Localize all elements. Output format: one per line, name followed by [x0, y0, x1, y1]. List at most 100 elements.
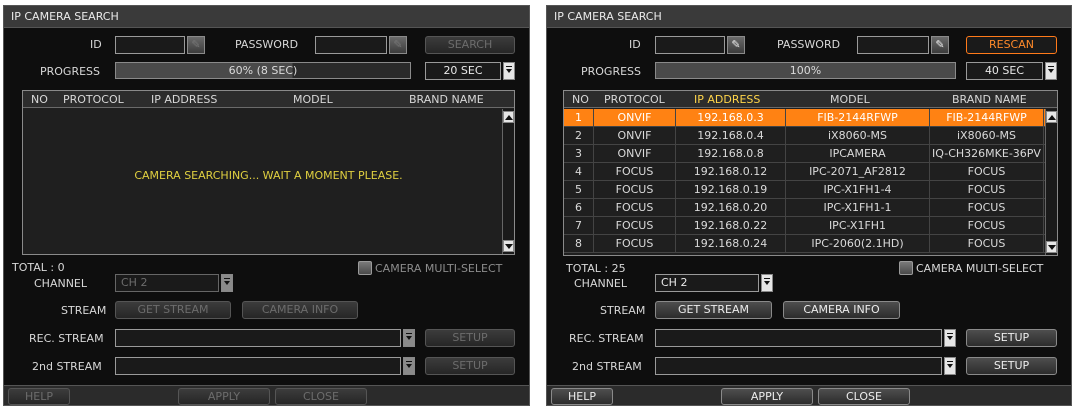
- channel-select[interactable]: CH 2: [655, 274, 759, 292]
- second-stream-setup-button[interactable]: SETUP: [966, 357, 1057, 375]
- id-input[interactable]: [655, 36, 725, 54]
- cell-model: IPC-2060(2.1HD): [786, 235, 930, 253]
- password-key-icon[interactable]: ✎: [931, 36, 949, 54]
- dialog-footer: HELP APPLY CLOSE: [547, 385, 1071, 405]
- dialog-title: IP CAMERA SEARCH: [4, 6, 529, 28]
- camera-table: NO PROTOCOL IP ADDRESS MODEL BRAND NAME …: [22, 90, 515, 255]
- rec-stream-dropdown-icon[interactable]: [944, 329, 956, 347]
- table-scrollbar[interactable]: [1045, 109, 1057, 255]
- close-button[interactable]: CLOSE: [275, 388, 367, 405]
- channel-label: CHANNEL: [34, 277, 88, 290]
- get-stream-button[interactable]: GET STREAM: [115, 301, 231, 319]
- id-input[interactable]: [115, 36, 185, 54]
- scroll-up-icon[interactable]: [1046, 111, 1057, 123]
- rec-stream-dropdown-icon[interactable]: [403, 329, 415, 347]
- cell-protocol: FOCUS: [594, 217, 676, 235]
- password-label: PASSWORD: [235, 38, 299, 51]
- camera-multi-select-checkbox[interactable]: [358, 261, 372, 275]
- channel-select[interactable]: CH 2: [115, 274, 219, 292]
- rescan-button[interactable]: RESCAN: [966, 36, 1057, 54]
- column-ip-address: IP ADDRESS: [151, 93, 218, 106]
- table-row[interactable]: 5 FOCUS 192.168.0.19 IPC-X1FH1-4 FOCUS: [564, 181, 1045, 199]
- rec-stream-setup-button[interactable]: SETUP: [966, 329, 1057, 347]
- second-stream-select[interactable]: [655, 357, 942, 375]
- table-row[interactable]: 1 ONVIF 192.168.0.3 FIB-2144RFWP FIB-2144RFW…: [564, 109, 1045, 127]
- second-stream-label: 2nd STREAM: [572, 360, 642, 373]
- close-button[interactable]: CLOSE: [818, 388, 910, 405]
- scroll-down-icon[interactable]: [503, 240, 514, 252]
- timeout-dropdown-icon[interactable]: [1045, 62, 1057, 80]
- help-button[interactable]: HELP: [8, 388, 70, 405]
- password-label: PASSWORD: [777, 38, 841, 51]
- second-stream-setup-button[interactable]: SETUP: [425, 357, 515, 375]
- table-row[interactable]: 8 FOCUS 192.168.0.24 IPC-2060(2.1HD) FOCUS: [564, 235, 1045, 253]
- password-input[interactable]: [315, 36, 387, 54]
- help-button[interactable]: HELP: [551, 388, 613, 405]
- cell-model: IPC-X1FH1: [786, 217, 930, 235]
- id-key-icon[interactable]: ✎: [727, 36, 745, 54]
- camera-info-button[interactable]: CAMERA INFO: [242, 301, 358, 319]
- cell-brand-name: FOCUS: [930, 181, 1044, 199]
- second-stream-dropdown-icon[interactable]: [403, 357, 415, 375]
- table-row[interactable]: 7 FOCUS 192.168.0.22 IPC-X1FH1 FOCUS: [564, 217, 1045, 235]
- password-key-icon[interactable]: ✎: [389, 36, 407, 54]
- camera-info-button[interactable]: CAMERA INFO: [783, 301, 900, 319]
- cell-brand-name: iX8060-MS: [930, 127, 1044, 145]
- cell-brand-name: FIB-2144RFWP: [930, 109, 1044, 127]
- column-no: NO: [31, 93, 48, 106]
- rec-stream-select[interactable]: [655, 329, 942, 347]
- cell-protocol: ONVIF: [594, 145, 676, 163]
- get-stream-button[interactable]: GET STREAM: [655, 301, 772, 319]
- cell-ip-address: 192.168.0.22: [676, 217, 786, 235]
- ip-camera-search-dialog-results: IP CAMERA SEARCH ID ✎ PASSWORD ✎ RESCAN …: [546, 5, 1072, 406]
- cell-protocol: ONVIF: [594, 109, 676, 127]
- rec-stream-label: REC. STREAM: [569, 332, 644, 345]
- cell-ip-address: 192.168.0.4: [676, 127, 786, 145]
- cell-no: 7: [564, 217, 594, 235]
- cell-brand-name: FOCUS: [930, 199, 1044, 217]
- channel-dropdown-icon[interactable]: [221, 274, 233, 292]
- cell-protocol: FOCUS: [594, 235, 676, 253]
- camera-table: NO PROTOCOL IP ADDRESS MODEL BRAND NAME …: [563, 90, 1058, 256]
- second-stream-select[interactable]: [115, 357, 401, 375]
- rec-stream-select[interactable]: [115, 329, 401, 347]
- cell-protocol: ONVIF: [594, 127, 676, 145]
- column-protocol: PROTOCOL: [63, 93, 124, 106]
- table-row[interactable]: 2 ONVIF 192.168.0.4 iX8060-MS iX8060-MS: [564, 127, 1045, 145]
- cell-no: 6: [564, 199, 594, 217]
- dialog-footer: HELP APPLY CLOSE: [4, 385, 529, 405]
- column-no: NO: [572, 93, 589, 106]
- stream-label: STREAM: [600, 304, 646, 317]
- camera-multi-select-checkbox[interactable]: [899, 261, 913, 275]
- scroll-down-icon[interactable]: [1046, 241, 1057, 253]
- progress-bar: 60% (8 SEC): [115, 62, 411, 79]
- second-stream-dropdown-icon[interactable]: [944, 357, 956, 375]
- search-button[interactable]: SEARCH: [425, 36, 515, 54]
- table-row[interactable]: 3 ONVIF 192.168.0.8 IPCAMERA IQ-CH326MKE-36P…: [564, 145, 1045, 163]
- rec-stream-label: REC. STREAM: [29, 332, 104, 345]
- cell-no: 8: [564, 235, 594, 253]
- timeout-select[interactable]: 40 SEC: [966, 62, 1043, 80]
- cell-protocol: FOCUS: [594, 199, 676, 217]
- rec-stream-setup-button[interactable]: SETUP: [425, 329, 515, 347]
- apply-button[interactable]: APPLY: [178, 388, 270, 405]
- column-protocol: PROTOCOL: [604, 93, 665, 106]
- table-row[interactable]: 6 FOCUS 192.168.0.20 IPC-X1FH1-1 FOCUS: [564, 199, 1045, 217]
- cell-model: IPC-X1FH1-4: [786, 181, 930, 199]
- table-row[interactable]: 4 FOCUS 192.168.0.12 IPC-2071_AF2812 FOCUS: [564, 163, 1045, 181]
- apply-button[interactable]: APPLY: [721, 388, 813, 405]
- timeout-select[interactable]: 20 SEC: [425, 62, 501, 80]
- password-input[interactable]: [857, 36, 929, 54]
- channel-dropdown-icon[interactable]: [761, 274, 773, 292]
- cell-ip-address: 192.168.0.3: [676, 109, 786, 127]
- cell-model: FIB-2144RFWP: [786, 109, 930, 127]
- cell-brand-name: IQ-CH326MKE-36PV: [930, 145, 1044, 163]
- column-model: MODEL: [830, 93, 870, 106]
- id-label: ID: [90, 38, 102, 51]
- scroll-up-icon[interactable]: [503, 111, 514, 123]
- table-scrollbar[interactable]: [502, 109, 514, 254]
- cell-ip-address: 192.168.0.24: [676, 235, 786, 253]
- column-model: MODEL: [293, 93, 333, 106]
- id-key-icon[interactable]: ✎: [187, 36, 205, 54]
- timeout-dropdown-icon[interactable]: [503, 62, 515, 80]
